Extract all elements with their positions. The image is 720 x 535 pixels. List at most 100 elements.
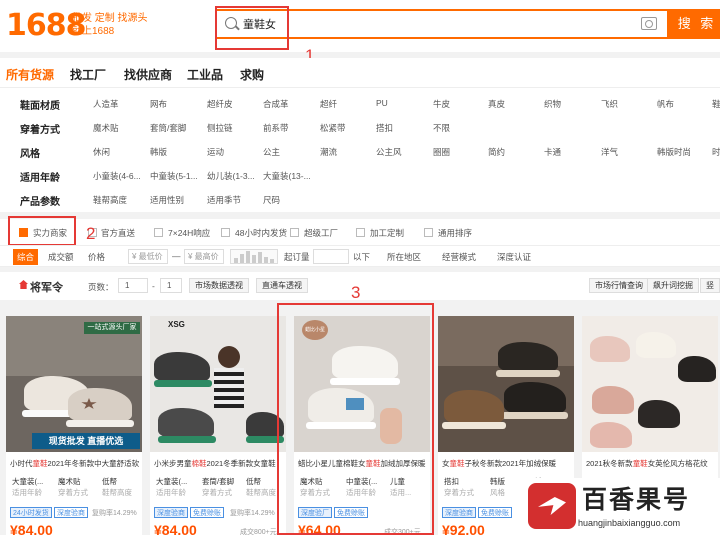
below-label: 以下 [353, 252, 371, 262]
filter-value[interactable]: 中童装(5-1... [150, 170, 198, 182]
filter-value[interactable]: 卡通 [544, 146, 561, 158]
page-end-input[interactable]: 1 [160, 278, 182, 293]
filter-value[interactable]: 松紧带 [320, 122, 346, 134]
product-title[interactable]: 女童鞋子秋冬新款2021年加绒保暖 [442, 458, 572, 469]
business-dropdown[interactable]: 经营模式 [442, 251, 476, 263]
product-image[interactable]: XSG [150, 316, 286, 452]
filter-value[interactable]: 前系带 [263, 122, 289, 134]
filter-value[interactable]: 牛皮 [433, 98, 450, 110]
shoe-shape [590, 422, 632, 448]
filter-value[interactable]: PU [376, 98, 388, 108]
depth-dropdown[interactable]: 深度认证 [497, 251, 531, 263]
shoe-shape [590, 336, 630, 362]
filter-value[interactable]: 圈圈 [433, 146, 450, 158]
service-tag: 深度验商 [154, 507, 188, 518]
filter-value[interactable]: 时 [712, 146, 720, 158]
filter-value[interactable]: 不限 [433, 122, 450, 134]
sort-price[interactable]: 价格 [88, 251, 105, 263]
min-order-input[interactable] [313, 249, 349, 264]
product-image[interactable]: 一站式源头厂家 现货批发 直播优选 [6, 316, 142, 452]
filter-value[interactable]: 大童装(13-... [263, 170, 311, 182]
sort-composite[interactable]: 综合 [13, 249, 39, 265]
filter-dropdown[interactable]: 适用季节 [207, 194, 241, 206]
product-title[interactable]: 2021秋冬新款童鞋女英伦风方格花纹 [586, 458, 716, 469]
camera-icon[interactable] [641, 17, 657, 30]
filter-dropdown[interactable]: 尺码 [263, 194, 280, 206]
filter-value[interactable]: 鞋 [712, 98, 720, 110]
page-start-input[interactable]: 1 [118, 278, 148, 293]
sort-volume[interactable]: 成交额 [48, 251, 74, 263]
filter-value[interactable]: 幼儿装(1-3... [207, 170, 255, 182]
price-max-input[interactable]: ¥ 最高价 [184, 249, 224, 264]
shoe-sole [496, 370, 560, 377]
filter-value[interactable]: 公主 [263, 146, 280, 158]
checkbox-sort[interactable] [424, 228, 433, 237]
title-highlight: 棉鞋 [191, 459, 207, 468]
keyword-mining-button[interactable]: 飙升词挖掘 [647, 278, 699, 293]
checkbox-super-factory[interactable] [290, 228, 299, 237]
attr-key: 适用年龄 [156, 488, 186, 497]
filter-label: 鞋面材质 [20, 101, 60, 112]
checkbox-48h-ship[interactable] [221, 228, 230, 237]
filter-value[interactable]: 人造革 [93, 98, 119, 110]
tab-all-sources[interactable]: 所有货源 [6, 66, 55, 92]
product-title[interactable]: 小时代童鞋2021年冬新款中大童舒适软 [10, 458, 140, 469]
filter-dropdown[interactable]: 适用性别 [150, 194, 184, 206]
filter-dropdown[interactable]: 鞋帮高度 [93, 194, 127, 206]
filter-value[interactable]: 公主风 [376, 146, 402, 158]
filter-value[interactable]: 合成革 [263, 98, 289, 110]
filter-value[interactable]: 帆布 [657, 98, 674, 110]
product-image[interactable] [582, 316, 718, 452]
direct-train-button[interactable]: 直通车透视 [256, 278, 308, 293]
market-query-button[interactable]: 市场行情查询 [589, 278, 649, 293]
filter-panel: 鞋面材质 人造革 网布 超纤皮 合成革 超纤 PU 牛皮 真皮 织物 飞织 帆布… [0, 88, 720, 212]
filter-value[interactable]: 超纤 [320, 98, 337, 110]
product-title[interactable]: 小米步男童棉鞋2021冬季新款女童鞋 [154, 458, 284, 469]
filter-value[interactable]: 韩版时尚 [657, 146, 691, 158]
filter-value[interactable]: 套筒/套脚 [150, 122, 186, 134]
filter-value[interactable]: 洋气 [601, 146, 618, 158]
filter-value[interactable]: 魔术贴 [93, 122, 119, 134]
filter-value[interactable]: 小童装(4-6... [93, 170, 141, 182]
filter-value[interactable]: 潮流 [320, 146, 337, 158]
page-label: 页数： [88, 282, 114, 292]
filter-value[interactable]: 韩版 [150, 146, 167, 158]
checkbox-custom[interactable] [356, 228, 365, 237]
filter-value[interactable]: 搭扣 [376, 122, 393, 134]
filter-value[interactable]: 超纤皮 [207, 98, 233, 110]
tab-factory[interactable]: 找工厂 [70, 66, 106, 83]
filter-value[interactable]: 真皮 [488, 98, 505, 110]
product-card[interactable]: 一站式源头厂家 现货批发 直播优选 小时代童鞋2021年冬新款中大童舒适软 大童… [6, 316, 142, 535]
attr-key: 穿着方式 [58, 488, 88, 497]
shoe-sole [442, 422, 506, 429]
filter-row-params: 产品参数 鞋帮高度 适用性别 适用季节 尺码 [0, 188, 720, 212]
price-distribution[interactable] [230, 249, 278, 264]
tab-purchase[interactable]: 求购 [240, 66, 264, 83]
product-image[interactable] [438, 316, 574, 452]
watermark-text: 百香果号 [582, 486, 691, 514]
filter-value[interactable]: 织物 [544, 98, 561, 110]
shoe-sole [66, 420, 134, 427]
checkbox-24h[interactable] [154, 228, 163, 237]
filter-value[interactable]: 侧拉链 [207, 122, 233, 134]
filter-value[interactable]: 运动 [207, 146, 224, 158]
title-part: 2021冬季新款女童鞋 [206, 459, 276, 468]
price-dash: — [172, 251, 181, 261]
filter-value[interactable]: 简约 [488, 146, 505, 158]
filter-value[interactable]: 飞织 [601, 98, 618, 110]
market-data-button[interactable]: 市场数据透视 [189, 278, 249, 293]
region-dropdown[interactable]: 所在地区 [387, 251, 421, 263]
search-button[interactable]: 搜 索 [667, 9, 720, 39]
tab-industrial[interactable]: 工业品 [187, 66, 223, 83]
product-card[interactable]: XSG 小米步男童棉鞋2021冬季新款女童鞋 大童装(... 适用年龄 套筒/套… [150, 316, 286, 535]
filter-value[interactable]: 休闲 [93, 146, 110, 158]
home-icon [19, 280, 28, 289]
sort-bar: 综合 成交额 价格 ¥ 最低价 — ¥ 最高价 起订量 以下 所在地区 经营模式… [0, 245, 720, 267]
filter-value[interactable]: 网布 [150, 98, 167, 110]
checkbox-label: 加工定制 [370, 228, 405, 238]
rebuy-rate: 复购率14.29% [92, 510, 137, 517]
tab-supplier[interactable]: 找供应商 [124, 66, 172, 83]
price-min-input[interactable]: ¥ 最低价 [128, 249, 168, 264]
more-button[interactable]: 竖 [700, 278, 720, 293]
shoe-shape [444, 390, 504, 424]
